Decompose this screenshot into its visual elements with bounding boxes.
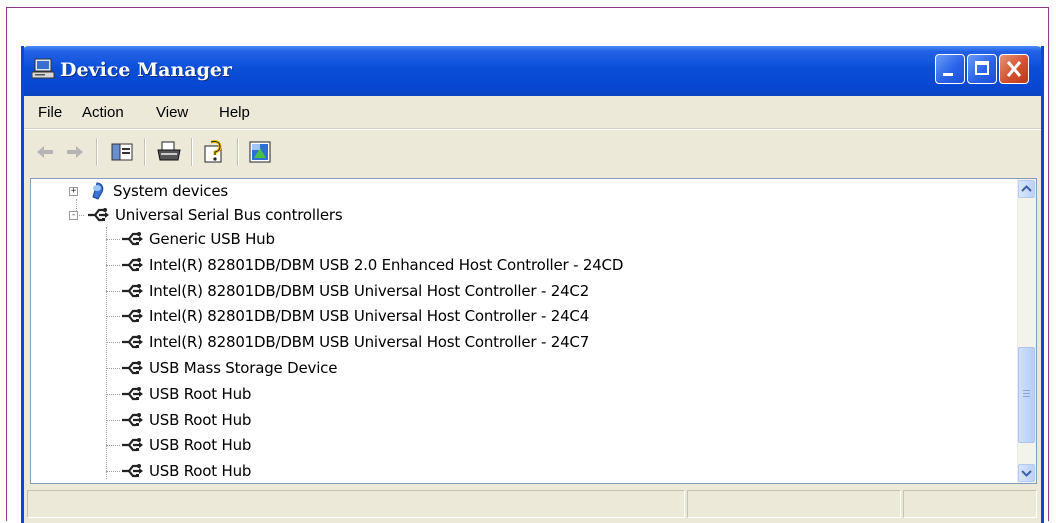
grip-icon (1023, 390, 1030, 397)
maximize-button[interactable] (967, 54, 997, 84)
tree-connector (106, 264, 120, 266)
status-pane-3 (903, 490, 1037, 518)
status-bar (24, 485, 1041, 523)
tree-item-usb-device[interactable]: USB Root Hub (121, 382, 251, 406)
usb-icon (122, 283, 143, 297)
tree-item-label: Intel(R) 82801DB/DBM USB Universal Host … (149, 333, 590, 352)
menu-file[interactable]: File (38, 104, 62, 121)
tree-connector (106, 445, 120, 447)
tree-item-label: USB Root Hub (149, 436, 252, 455)
tree-item-label: Generic USB Hub (149, 230, 275, 248)
status-pane-2 (687, 490, 901, 518)
computer-icon (32, 58, 55, 79)
device-manager-window: Device Manager File Action View Help + S… (21, 46, 1044, 523)
chevron-up-icon (1021, 185, 1032, 192)
menu-action[interactable]: Action (82, 104, 124, 121)
toolbar-separator (191, 138, 193, 166)
usb-icon (88, 208, 109, 222)
usb-icon (122, 438, 143, 452)
device-tree: + System devices - Universal Serial Bus … (30, 178, 1037, 484)
tree-item-system-devices[interactable]: + System devices (69, 179, 228, 203)
tree-item-label: Intel(R) 82801DB/DBM USB Universal Host … (149, 281, 590, 300)
usb-icon (122, 232, 143, 246)
tree-item-usb-device[interactable]: USB Root Hub (121, 408, 251, 432)
usb-icon (122, 464, 143, 478)
collapse-button[interactable]: - (69, 210, 78, 220)
toolbar (24, 129, 1041, 176)
tree-item-usb-device[interactable]: USB Root Hub (121, 459, 251, 483)
system-devices-icon (92, 182, 104, 200)
status-pane-main (27, 490, 685, 518)
tree-item-label: Intel(R) 82801DB/DBM USB 2.0 Enhanced Ho… (149, 255, 624, 274)
close-icon (1006, 61, 1022, 77)
tree-item-label: USB Root Hub (149, 410, 252, 429)
usb-icon (122, 361, 143, 375)
title-bar[interactable]: Device Manager (24, 46, 1041, 96)
tree-connector (106, 316, 120, 318)
help-icon[interactable] (202, 140, 228, 164)
tree-connector (106, 239, 120, 240)
vertical-scrollbar[interactable] (1017, 179, 1036, 483)
tree-connector (106, 393, 120, 395)
tree-item-label: USB Mass Storage Device (149, 359, 338, 377)
tree-item-label: Intel(R) 82801DB/DBM USB Universal Host … (149, 307, 590, 326)
tree-item-usb-device[interactable]: Intel(R) 82801DB/DBM USB Universal Host … (121, 304, 589, 328)
menu-help[interactable]: Help (219, 104, 250, 121)
show-hide-console-tree-icon[interactable] (110, 140, 134, 164)
maximize-icon (975, 61, 989, 75)
usb-icon (122, 309, 143, 323)
tree-item-label: Universal Serial Bus controllers (115, 206, 343, 224)
tree-item-usb-device[interactable]: USB Mass Storage Device (121, 356, 337, 380)
tree-connector (106, 342, 120, 344)
menu-view[interactable]: View (156, 104, 188, 121)
tree-item-usb-device[interactable]: Intel(R) 82801DB/DBM USB Universal Host … (121, 279, 589, 303)
tree-item-usb-device[interactable]: Intel(R) 82801DB/DBM USB Universal Host … (121, 330, 589, 354)
back-arrow-icon[interactable] (34, 140, 56, 164)
properties-icon[interactable] (248, 140, 274, 164)
print-icon[interactable] (156, 140, 182, 164)
tree-item-usb-device[interactable]: USB Root Hub (121, 433, 251, 457)
tree-connector (106, 290, 120, 292)
toolbar-separator (144, 138, 146, 166)
scroll-thumb[interactable] (1018, 347, 1035, 443)
tree-connector (106, 471, 120, 473)
window-title: Device Manager (60, 59, 232, 81)
tree-item-label: USB Root Hub (149, 462, 252, 481)
usb-icon (122, 335, 143, 349)
tree-connector (106, 419, 120, 421)
usb-icon (122, 386, 143, 400)
tree-item-usb-controllers[interactable]: - Universal Serial Bus controllers (69, 203, 343, 227)
toolbar-separator (96, 138, 98, 166)
usb-icon (122, 257, 143, 271)
minimize-button[interactable] (935, 54, 965, 84)
toolbar-separator (237, 138, 239, 166)
tree-item-usb-device[interactable]: Generic USB Hub (121, 227, 275, 251)
close-button[interactable] (999, 54, 1029, 84)
scroll-up-button[interactable] (1018, 180, 1035, 198)
tree-item-usb-device[interactable]: Intel(R) 82801DB/DBM USB 2.0 Enhanced Ho… (121, 253, 623, 277)
tree-item-label: System devices (113, 182, 228, 200)
chevron-down-icon (1021, 470, 1032, 477)
minimize-icon (943, 73, 953, 76)
tree-item-label: USB Root Hub (149, 384, 252, 403)
tree-connector (106, 368, 120, 369)
expand-button[interactable]: + (69, 186, 78, 196)
forward-arrow-icon[interactable] (64, 140, 86, 164)
usb-icon (122, 412, 143, 426)
scroll-down-button[interactable] (1018, 464, 1035, 482)
menu-bar: File Action View Help (24, 96, 1041, 129)
